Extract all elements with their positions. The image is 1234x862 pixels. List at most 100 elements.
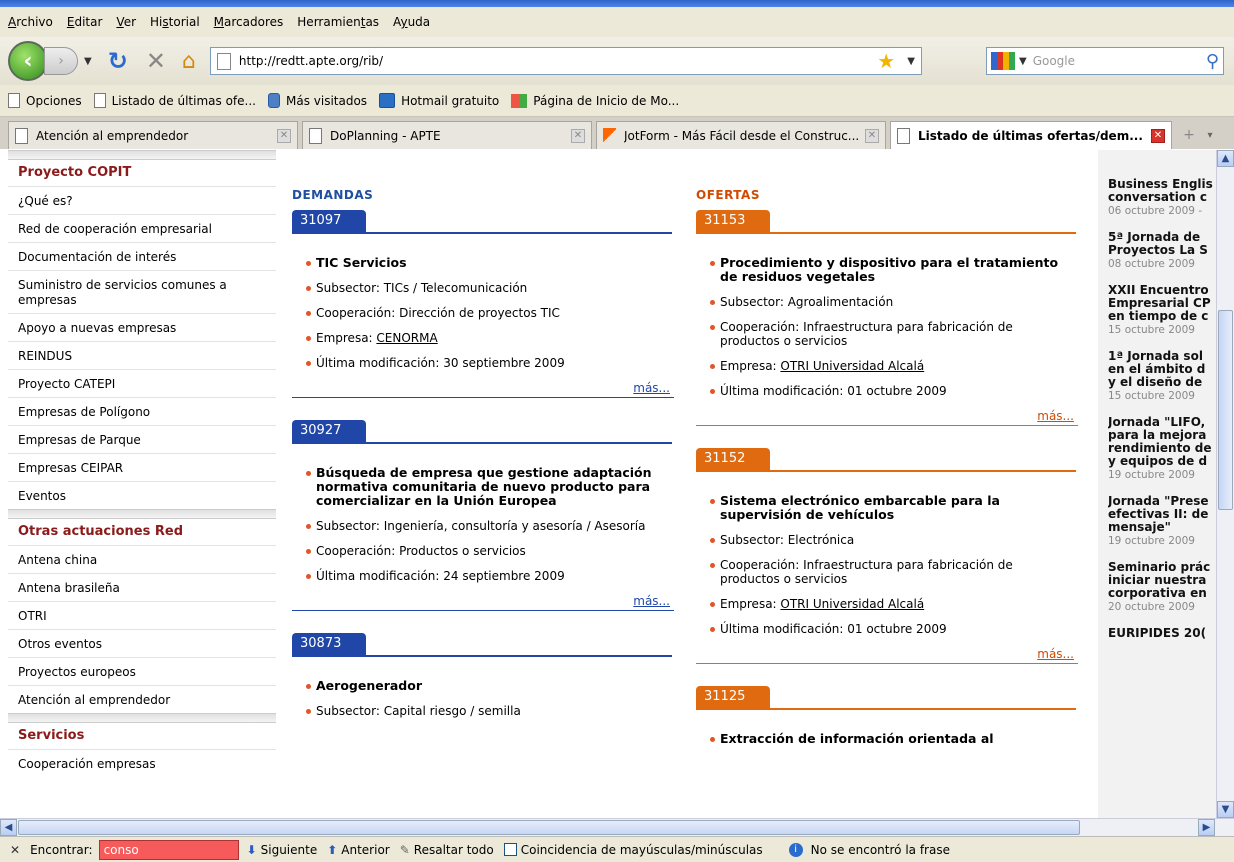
news-title-line[interactable]: para la mejora	[1108, 429, 1216, 442]
search-box[interactable]: ▼ Google ⚲	[986, 47, 1224, 75]
more-link[interactable]: más...	[633, 381, 670, 395]
search-icon[interactable]: ⚲	[1206, 51, 1219, 72]
news-item[interactable]: Jornada "Prese efectivas II: de mensaje" 19…	[1108, 495, 1216, 547]
bookmark-item[interactable]: Listado de últimas ofe...	[93, 93, 256, 108]
stop-icon[interactable]: ✕	[146, 47, 166, 75]
search-engine-dropdown-icon[interactable]: ▼	[1019, 56, 1027, 67]
sidebar-item[interactable]: Proyecto CATEPI	[8, 369, 276, 397]
url-bar[interactable]: http://redtt.apte.org/rib/ ★ ▼	[209, 47, 922, 75]
news-title-line[interactable]: Jornada "LIFO,	[1108, 416, 1216, 429]
sidebar-item[interactable]: ¿Qué es?	[8, 186, 276, 214]
listing-id-badge[interactable]: 31097	[292, 210, 366, 232]
listing-title[interactable]: TIC Servicios	[306, 256, 666, 270]
news-item[interactable]: 5ª Jornada de Proyectos La S 08 octubre 20…	[1108, 231, 1216, 270]
company-link[interactable]: CENORMA	[376, 331, 437, 345]
news-item[interactable]: 1ª Jornada sol en el ámbito dy el diseño …	[1108, 350, 1216, 402]
home-icon[interactable]: ⌂	[182, 49, 196, 74]
menu-ver[interactable]: Ver	[116, 15, 136, 29]
scroll-up-icon[interactable]: ▲	[1217, 150, 1234, 167]
sidebar-item[interactable]: Empresas de Polígono	[8, 397, 276, 425]
more-link[interactable]: más...	[1037, 409, 1074, 423]
url-text[interactable]: http://redtt.apte.org/rib/	[239, 54, 871, 68]
url-dropdown-icon[interactable]: ▼	[907, 56, 915, 67]
tab[interactable]: JotForm - Más Fácil desde el Construc...…	[596, 121, 886, 149]
listing-title[interactable]: Búsqueda de empresa que gestione adaptac…	[306, 466, 666, 508]
news-item[interactable]: Seminario prác iniciar nuestra corporativa…	[1108, 561, 1216, 613]
listing-title[interactable]: Sistema electrónico embarcable para la s…	[710, 494, 1070, 522]
tab[interactable]: DoPlanning - APTE ✕	[302, 121, 592, 149]
scrollbar-thumb[interactable]	[1218, 310, 1233, 510]
news-title-line[interactable]: Business Englis	[1108, 178, 1216, 191]
scroll-right-icon[interactable]: ▶	[1198, 819, 1215, 836]
news-title-line[interactable]: Proyectos La S	[1108, 244, 1216, 257]
news-title-line[interactable]: Seminario prác	[1108, 561, 1216, 574]
news-title-line[interactable]: iniciar nuestra	[1108, 574, 1216, 587]
tab-list-dropdown-icon[interactable]: ▾	[1202, 121, 1218, 149]
listing-id-badge[interactable]: 30927	[292, 420, 366, 442]
vertical-scrollbar[interactable]: ▲ ▼	[1216, 150, 1234, 818]
sidebar-item[interactable]: Atención al emprendedor	[8, 685, 276, 713]
sidebar-item[interactable]: Empresas CEIPAR	[8, 453, 276, 481]
listing-id-badge[interactable]: 31125	[696, 686, 770, 708]
bookmark-item[interactable]: Más visitados	[267, 93, 367, 108]
listing-id-badge[interactable]: 30873	[292, 633, 366, 655]
sidebar-item[interactable]: Red de cooperación empresarial	[8, 214, 276, 242]
news-title-line[interactable]: y equipos de d	[1108, 455, 1216, 468]
menu-archivo[interactable]: Archivo	[8, 15, 53, 29]
back-button[interactable]: ‹	[8, 41, 48, 81]
news-title-line[interactable]: XXII Encuentro	[1108, 284, 1216, 297]
menu-ayuda[interactable]: Ayuda	[393, 15, 430, 29]
news-title-line[interactable]: Jornada "Prese	[1108, 495, 1216, 508]
tab[interactable]: Listado de últimas ofertas/dem... ✕	[890, 121, 1172, 149]
find-prev-button[interactable]: ⬆ Anterior	[327, 843, 390, 857]
close-tab-icon[interactable]: ✕	[1151, 128, 1165, 143]
more-link[interactable]: más...	[1037, 647, 1074, 661]
listing-title[interactable]: Extracción de información orientada al	[710, 732, 1070, 746]
listing-id-badge[interactable]: 31153	[696, 210, 770, 232]
sidebar-item[interactable]: Empresas de Parque	[8, 425, 276, 453]
sidebar-item[interactable]: OTRI	[8, 601, 276, 629]
news-title-line[interactable]: rendimiento de	[1108, 442, 1216, 455]
tab[interactable]: Atención al emprendedor ✕	[8, 121, 298, 149]
sidebar-item[interactable]: Suministro de servicios comunes a empres…	[8, 270, 276, 313]
menu-herramientas[interactable]: Herramientas	[297, 15, 379, 29]
sidebar-item[interactable]: REINDUS	[8, 341, 276, 369]
menu-historial[interactable]: Historial	[150, 15, 200, 29]
match-case-checkbox[interactable]: Coincidencia de mayúsculas/minúsculas	[503, 843, 763, 857]
news-item[interactable]: Business Englis conversation c 06 octubre …	[1108, 178, 1216, 217]
news-item[interactable]: Jornada "LIFO, para la mejora rendimiento …	[1108, 416, 1216, 481]
sidebar-item[interactable]: Cooperación empresas	[8, 749, 276, 777]
scroll-left-icon[interactable]: ◀	[0, 819, 17, 836]
scroll-down-icon[interactable]: ▼	[1217, 801, 1234, 818]
news-title-line[interactable]: en tiempo de c	[1108, 310, 1216, 323]
bookmark-item[interactable]: Opciones	[8, 93, 82, 108]
sidebar-item[interactable]: Proyectos europeos	[8, 657, 276, 685]
reload-icon[interactable]: ↻	[108, 47, 128, 75]
close-tab-icon[interactable]: ✕	[571, 128, 585, 143]
close-tab-icon[interactable]: ✕	[277, 128, 291, 143]
news-title-line[interactable]: conversation c	[1108, 191, 1216, 204]
listing-title[interactable]: Procedimiento y dispositivo para el trat…	[710, 256, 1070, 284]
sidebar-item[interactable]: Otros eventos	[8, 629, 276, 657]
news-title-line[interactable]: mensaje"	[1108, 521, 1216, 534]
news-title-line[interactable]: 5ª Jornada de	[1108, 231, 1216, 244]
sidebar-item[interactable]: Apoyo a nuevas empresas	[8, 313, 276, 341]
sidebar-item[interactable]: Antena china	[8, 545, 276, 573]
forward-button[interactable]: ›	[44, 47, 78, 75]
sidebar-item[interactable]: Eventos	[8, 481, 276, 509]
news-title-line[interactable]: efectivas II: de	[1108, 508, 1216, 521]
news-item[interactable]: EURIPIDES 20(	[1108, 627, 1216, 640]
menu-editar[interactable]: Editar	[67, 15, 103, 29]
sidebar-item[interactable]: Documentación de interés	[8, 242, 276, 270]
new-tab-icon[interactable]: +	[1176, 121, 1202, 149]
news-title-line[interactable]: corporativa en	[1108, 587, 1216, 600]
search-input[interactable]: Google	[1033, 54, 1206, 68]
news-title-line[interactable]: EURIPIDES 20(	[1108, 627, 1216, 640]
close-find-icon[interactable]: ✕	[10, 843, 20, 857]
google-icon[interactable]	[991, 52, 1015, 70]
company-link[interactable]: OTRI Universidad Alcalá	[780, 597, 924, 611]
find-next-button[interactable]: ⬇ Siguiente	[247, 843, 318, 857]
highlight-all-button[interactable]: ✎ Resaltar todo	[400, 843, 494, 857]
menu-marcadores[interactable]: Marcadores	[214, 15, 284, 29]
bookmark-star-icon[interactable]: ★	[877, 49, 895, 73]
